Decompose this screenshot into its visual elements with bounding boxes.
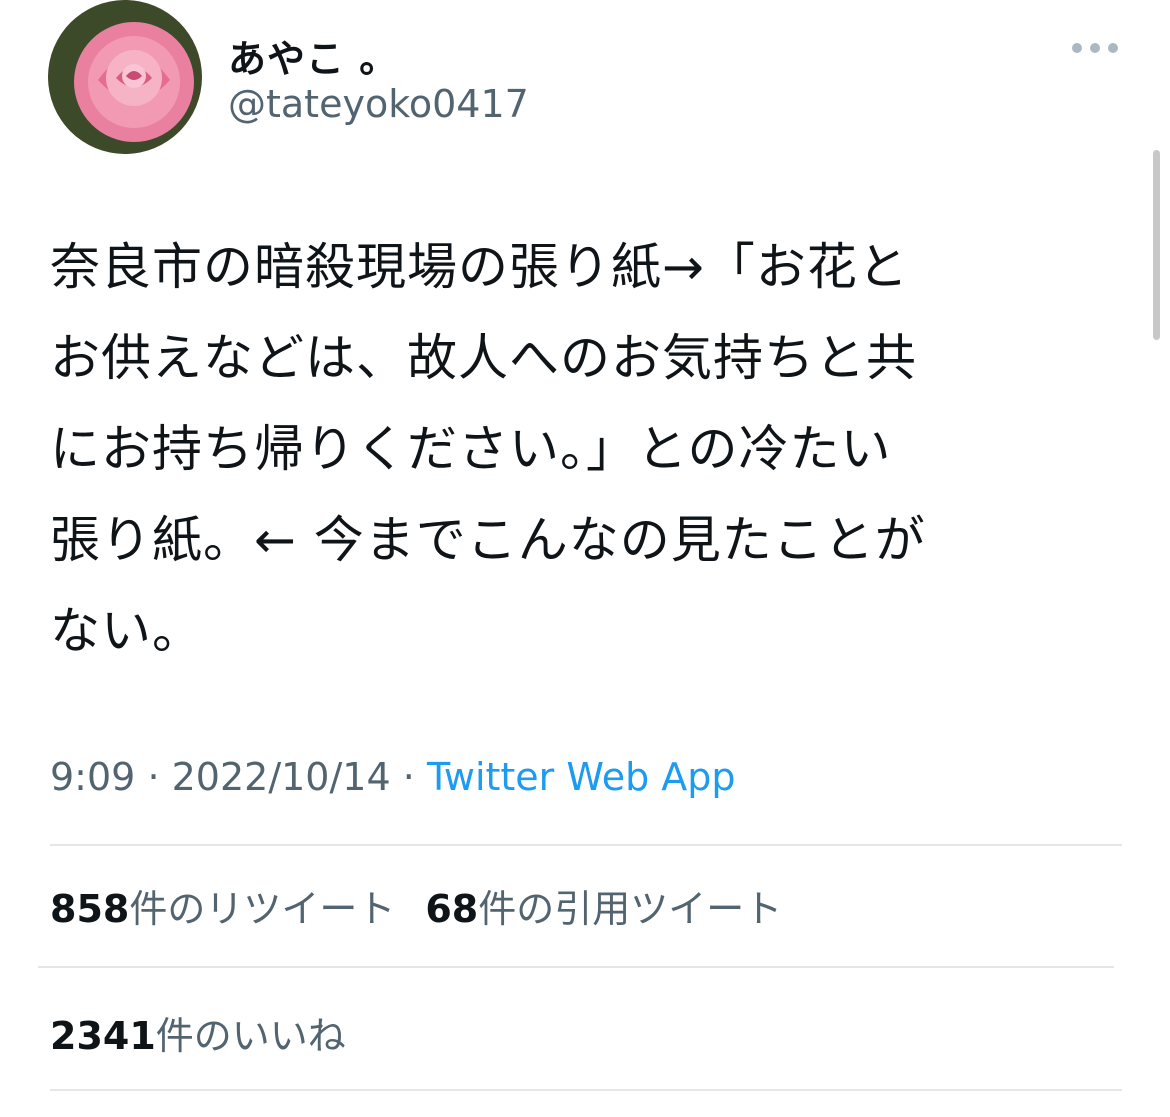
tweet-date[interactable]: 2022/10/14 bbox=[172, 755, 391, 799]
likes-label: 件のいいね bbox=[155, 1014, 346, 1058]
scrollbar[interactable] bbox=[1153, 150, 1160, 340]
quotes-label: 件の引用ツイート bbox=[478, 887, 783, 931]
divider bbox=[50, 1089, 1122, 1091]
retweet-stats-row: 858件のリツイート 68件の引用ツイート bbox=[50, 878, 782, 933]
tweet-time[interactable]: 9:09 bbox=[50, 755, 135, 799]
display-name[interactable]: あやこ 。 bbox=[228, 28, 398, 83]
user-handle[interactable]: @tateyoko0417 bbox=[228, 82, 529, 126]
dot bbox=[1108, 43, 1118, 53]
retweets-link[interactable]: 858件のリツイート bbox=[50, 887, 395, 931]
dot bbox=[1072, 43, 1082, 53]
tweet-client-link[interactable]: Twitter Web App bbox=[427, 755, 736, 799]
meta-separator: · bbox=[402, 755, 415, 799]
tweet-text: 奈良市の暗殺現場の張り紙→「お花と お供えなどは、故人へのお気持ちと共 にお持ち… bbox=[50, 238, 926, 660]
divider bbox=[38, 966, 1114, 968]
quotes-link[interactable]: 68件の引用ツイート bbox=[425, 887, 782, 931]
more-horizontal-icon[interactable] bbox=[1072, 38, 1118, 58]
retweets-count: 858 bbox=[50, 887, 130, 931]
retweets-label: 件のリツイート bbox=[129, 887, 396, 931]
rose-avatar-image bbox=[48, 0, 202, 154]
meta-separator: · bbox=[147, 755, 160, 799]
tweet-metadata: 9:09 · 2022/10/14 · Twitter Web App bbox=[50, 755, 736, 799]
dot bbox=[1090, 43, 1100, 53]
divider bbox=[50, 844, 1122, 846]
likes-count: 2341 bbox=[50, 1014, 156, 1058]
likes-link[interactable]: 2341件のいいね bbox=[50, 1005, 346, 1060]
quotes-count: 68 bbox=[425, 887, 479, 931]
avatar[interactable] bbox=[48, 0, 202, 154]
